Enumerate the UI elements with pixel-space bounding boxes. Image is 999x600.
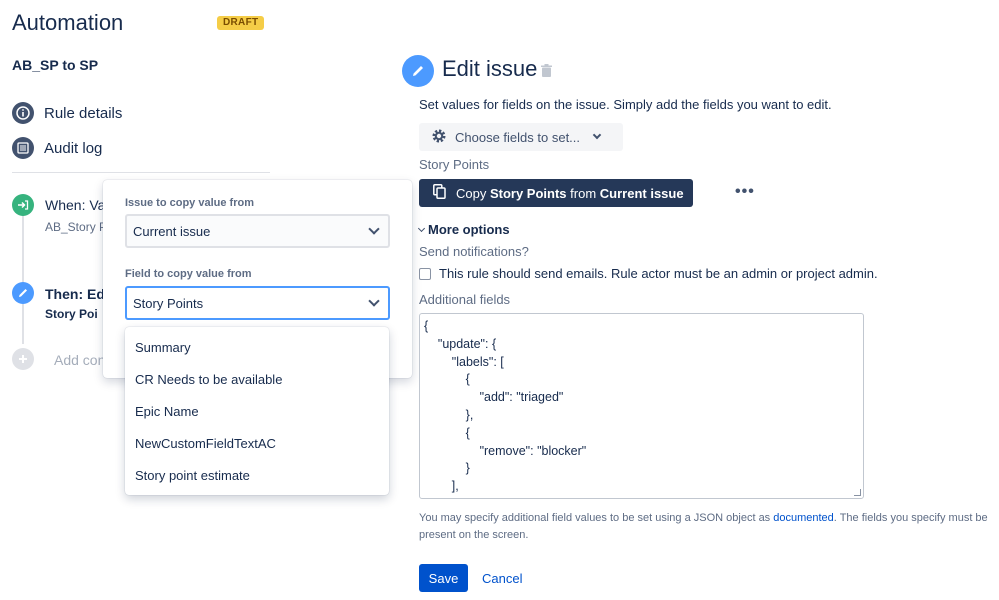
chevron-down-icon [417,224,426,232]
timeline-connector [22,304,24,344]
dropdown-option-story-point-estimate[interactable]: Story point estimate [135,468,250,483]
send-email-checkbox[interactable] [419,267,431,280]
field-select[interactable]: Story Points [125,286,390,320]
action-pencil-icon[interactable] [12,282,34,304]
json-code-line: { [424,425,470,440]
json-code-line: "remove": "blocker" [424,443,587,458]
send-email-label: This rule should send emails. Rule actor… [439,266,878,281]
edit-pencil-icon [402,55,434,87]
edit-description: Set values for fields on the issue. Simp… [419,97,832,112]
chevron-down-icon [368,295,380,307]
add-component-icon[interactable] [12,348,34,370]
json-code-line: } [424,461,470,476]
choose-fields-label: Choose fields to set... [455,129,581,145]
trigger-icon[interactable] [12,194,34,216]
json-code-line: ], [424,479,459,494]
json-code-line: "update": { [424,336,497,351]
issue-select[interactable]: Current issue [125,214,390,248]
page-title: Automation [12,10,124,35]
save-button[interactable]: Save [419,564,468,592]
dropdown-option-epic-name[interactable]: Epic Name [135,404,199,419]
issue-select-value: Current issue [133,223,211,239]
story-points-label: Story Points [419,157,490,172]
nav-rule-details[interactable]: Rule details [12,102,122,124]
nav-audit-log-label: Audit log [44,139,103,157]
trash-icon[interactable] [541,64,552,82]
nav-rule-details-label: Rule details [44,104,123,122]
choose-fields-button[interactable]: Choose fields to set... [419,123,623,151]
additional-fields-label: Additional fields [419,292,511,307]
trigger-subtitle: AB_Story P [45,220,108,234]
add-component-label[interactable]: Add con [54,352,105,368]
json-code-line: "labels": [ [424,354,504,369]
json-code-line: "add": "triaged" [424,390,564,405]
send-notifications-label: Send notifications? [419,244,529,259]
list-icon [12,137,34,159]
trigger-title[interactable]: When: Va [45,197,105,213]
field-select-label: Field to copy value from [125,268,252,280]
copy-value-button[interactable]: Copy Story Points from Current issue [419,179,693,207]
dropdown-option-custom-field[interactable]: NewCustomFieldTextAC [135,436,276,451]
edit-issue-title: Edit issue [442,56,538,81]
timeline-connector [22,214,24,284]
action-subtitle: Story Poi [45,307,98,321]
more-options-toggle[interactable]: More options [417,222,510,237]
documented-link[interactable]: documented [773,512,834,524]
field-select-value: Story Points [133,295,204,311]
gear-icon [431,128,447,147]
additional-fields-help: You may specify additional field values … [419,512,988,541]
field-dropdown-menu: Summary CR Needs to be available Epic Na… [125,327,389,495]
more-actions-icon[interactable]: ••• [735,183,755,201]
action-title[interactable]: Then: Ed [45,286,105,302]
dropdown-option-summary[interactable]: Summary [135,340,191,355]
cancel-button[interactable]: Cancel [482,571,522,586]
additional-fields-textarea[interactable]: { "update": { "labels": [ { "add": "tria… [419,313,864,499]
resize-handle[interactable] [854,489,861,496]
json-code-line: { [424,319,429,333]
nav-audit-log[interactable]: Audit log [12,137,102,159]
info-icon [12,102,34,124]
copy-icon [433,184,446,202]
sidebar-divider [12,172,270,173]
json-code-line: }, [424,407,474,422]
rule-name: AB_SP to SP [12,57,99,73]
dropdown-option-cr-needs[interactable]: CR Needs to be available [135,372,282,387]
chevron-down-icon [368,223,380,235]
more-options-label: More options [428,222,510,237]
chevron-down-icon [592,130,602,140]
copy-button-text: Copy Story Points from Current issue [456,185,684,201]
automation-page: Automation DRAFT AB_SP to SP Rule detail… [0,0,999,600]
issue-select-label: Issue to copy value from [125,197,254,209]
send-email-option: This rule should send emails. Rule actor… [419,266,878,281]
draft-badge: DRAFT [217,16,265,30]
json-code-line: { [424,372,470,387]
